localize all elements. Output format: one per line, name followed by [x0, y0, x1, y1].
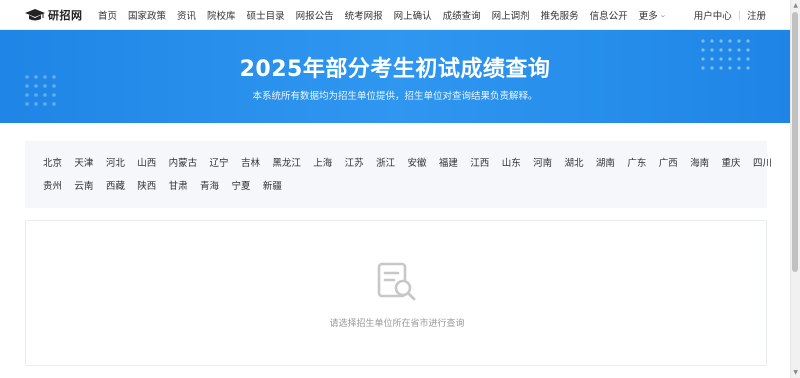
nav-exam-registration[interactable]: 统考网报 [345, 8, 383, 22]
document-search-icon [377, 262, 416, 301]
province-item[interactable]: 贵州 [43, 178, 62, 192]
province-item[interactable]: 四川 [753, 155, 772, 169]
top-navigation: 研招网 首页 国家政策 资讯 院校库 硕士目录 网报公告 统考网报 网上确认 成… [0, 0, 790, 30]
province-selector: 北京 天津 河北 山西 内蒙古 辽宁 吉林 黑龙江 上海 江苏 浙江 安徽 福建… [25, 141, 772, 208]
province-item[interactable]: 内蒙古 [169, 155, 198, 169]
province-item[interactable]: 上海 [313, 155, 332, 169]
scroll-up-icon[interactable]: ▲ [793, 2, 798, 9]
vertical-scrollbar[interactable]: ▲ ▼ [790, 0, 800, 378]
nav-news[interactable]: 资讯 [177, 8, 196, 22]
province-item[interactable]: 天津 [74, 155, 93, 169]
province-item[interactable]: 浙江 [376, 155, 395, 169]
province-item[interactable]: 湖北 [565, 155, 584, 169]
divider: | [737, 9, 741, 21]
scroll-down-icon[interactable]: ▼ [793, 369, 798, 376]
province-item[interactable]: 黑龙江 [272, 155, 301, 169]
province-item[interactable]: 福建 [439, 155, 458, 169]
province-item[interactable]: 青海 [200, 178, 219, 192]
province-item[interactable]: 河南 [533, 155, 552, 169]
province-item[interactable]: 广西 [659, 155, 678, 169]
nav-disclosure[interactable]: 信息公开 [590, 8, 628, 22]
result-panel: 请选择招生单位所在省市进行查询 [25, 220, 767, 366]
province-item[interactable]: 云南 [74, 178, 93, 192]
main-nav: 首页 国家政策 资讯 院校库 硕士目录 网报公告 统考网报 网上确认 成绩查询 … [98, 0, 677, 30]
nav-catalog[interactable]: 硕士目录 [247, 8, 285, 22]
province-item[interactable]: 北京 [43, 155, 62, 169]
page-title: 2025年部分考生初试成绩查询 [239, 57, 551, 82]
province-item[interactable]: 辽宁 [210, 155, 229, 169]
scrollbar-thumb[interactable] [792, 12, 798, 272]
province-item[interactable]: 山西 [137, 155, 156, 169]
province-item[interactable]: 河北 [106, 155, 125, 169]
nav-score-query[interactable]: 成绩查询 [443, 8, 481, 22]
province-item[interactable]: 陕西 [137, 178, 156, 192]
province-item[interactable]: 甘肃 [169, 178, 188, 192]
page-subtitle: 本系统所有数据均为招生单位提供，招生单位对查询结果负责解释。 [252, 91, 538, 102]
province-item[interactable]: 湖南 [596, 155, 615, 169]
nav-announcements[interactable]: 网报公告 [296, 8, 334, 22]
logo-text: 研招网 [48, 9, 83, 22]
province-item[interactable]: 江西 [470, 155, 489, 169]
nav-more-label: 更多 [638, 11, 658, 22]
province-item[interactable]: 安徽 [407, 155, 426, 169]
nav-more[interactable]: 更多 ⌄ [638, 8, 667, 22]
nav-schools[interactable]: 院校库 [207, 8, 236, 22]
site-logo[interactable]: 研招网 [25, 7, 83, 23]
province-item[interactable]: 吉林 [241, 155, 260, 169]
province-item[interactable]: 江苏 [345, 155, 364, 169]
hero-banner: 2025年部分考生初试成绩查询 本系统所有数据均为招生单位提供，招生单位对查询结… [0, 30, 790, 123]
register-link[interactable]: 注册 [747, 8, 766, 22]
empty-state-text: 请选择招生单位所在省市进行查询 [329, 319, 465, 329]
graduation-cap-icon [25, 8, 45, 22]
province-item[interactable]: 重庆 [722, 155, 741, 169]
province-row: 贵州 云南 西藏 陕西 甘肃 青海 宁夏 新疆 [43, 178, 294, 192]
nav-recommendation[interactable]: 推免服务 [541, 8, 579, 22]
nav-home[interactable]: 首页 [98, 8, 117, 22]
province-item[interactable]: 海南 [690, 155, 709, 169]
province-item[interactable]: 广东 [627, 155, 646, 169]
user-center-link[interactable]: 用户中心 [694, 8, 732, 22]
province-item[interactable]: 宁夏 [231, 178, 250, 192]
nav-adjustment[interactable]: 网上调剂 [492, 8, 530, 22]
nav-online-confirm[interactable]: 网上确认 [394, 8, 432, 22]
chevron-down-icon: ⌄ [658, 11, 667, 19]
nav-policy[interactable]: 国家政策 [128, 8, 166, 22]
province-item[interactable]: 山东 [502, 155, 521, 169]
province-item[interactable]: 新疆 [263, 178, 282, 192]
province-row: 北京 天津 河北 山西 内蒙古 辽宁 吉林 黑龙江 上海 江苏 浙江 安徽 福建… [43, 155, 784, 169]
user-links: 用户中心 | 注册 [694, 0, 766, 30]
province-item[interactable]: 西藏 [106, 178, 125, 192]
